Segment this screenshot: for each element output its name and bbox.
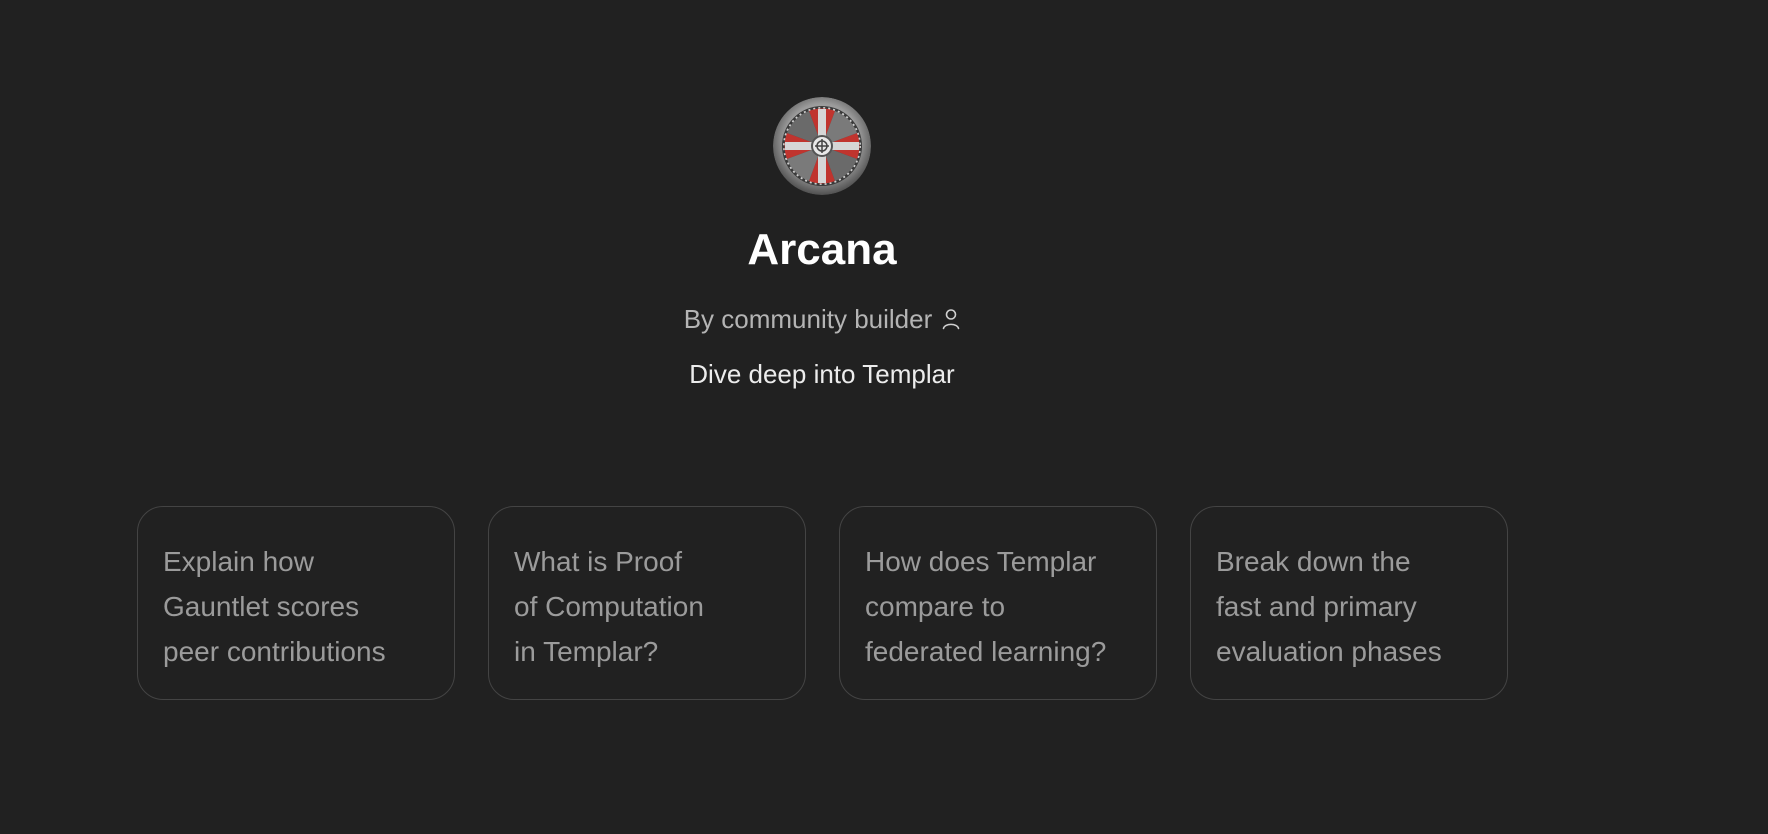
byline-text: By community builder <box>683 304 933 334</box>
templar-emblem-icon <box>773 97 871 195</box>
gpt-byline: By community builder <box>0 300 1644 338</box>
conversation-starter-2[interactable]: What is Proof of Computation in Templar? <box>488 506 806 700</box>
conversation-starter-3[interactable]: How does Templar compare to federated le… <box>839 506 1157 700</box>
gpt-intro-page: Arcana By community builder Dive deep in… <box>0 0 1768 834</box>
gpt-avatar <box>773 97 871 195</box>
gpt-name: Arcana <box>747 225 897 274</box>
person-icon[interactable] <box>942 308 960 330</box>
gpt-description: Dive deep into Templar <box>689 359 955 389</box>
conversation-starter-1[interactable]: Explain how Gauntlet scores peer contrib… <box>137 506 455 700</box>
conversation-starter-4[interactable]: Break down the fast and primary evaluati… <box>1190 506 1508 700</box>
